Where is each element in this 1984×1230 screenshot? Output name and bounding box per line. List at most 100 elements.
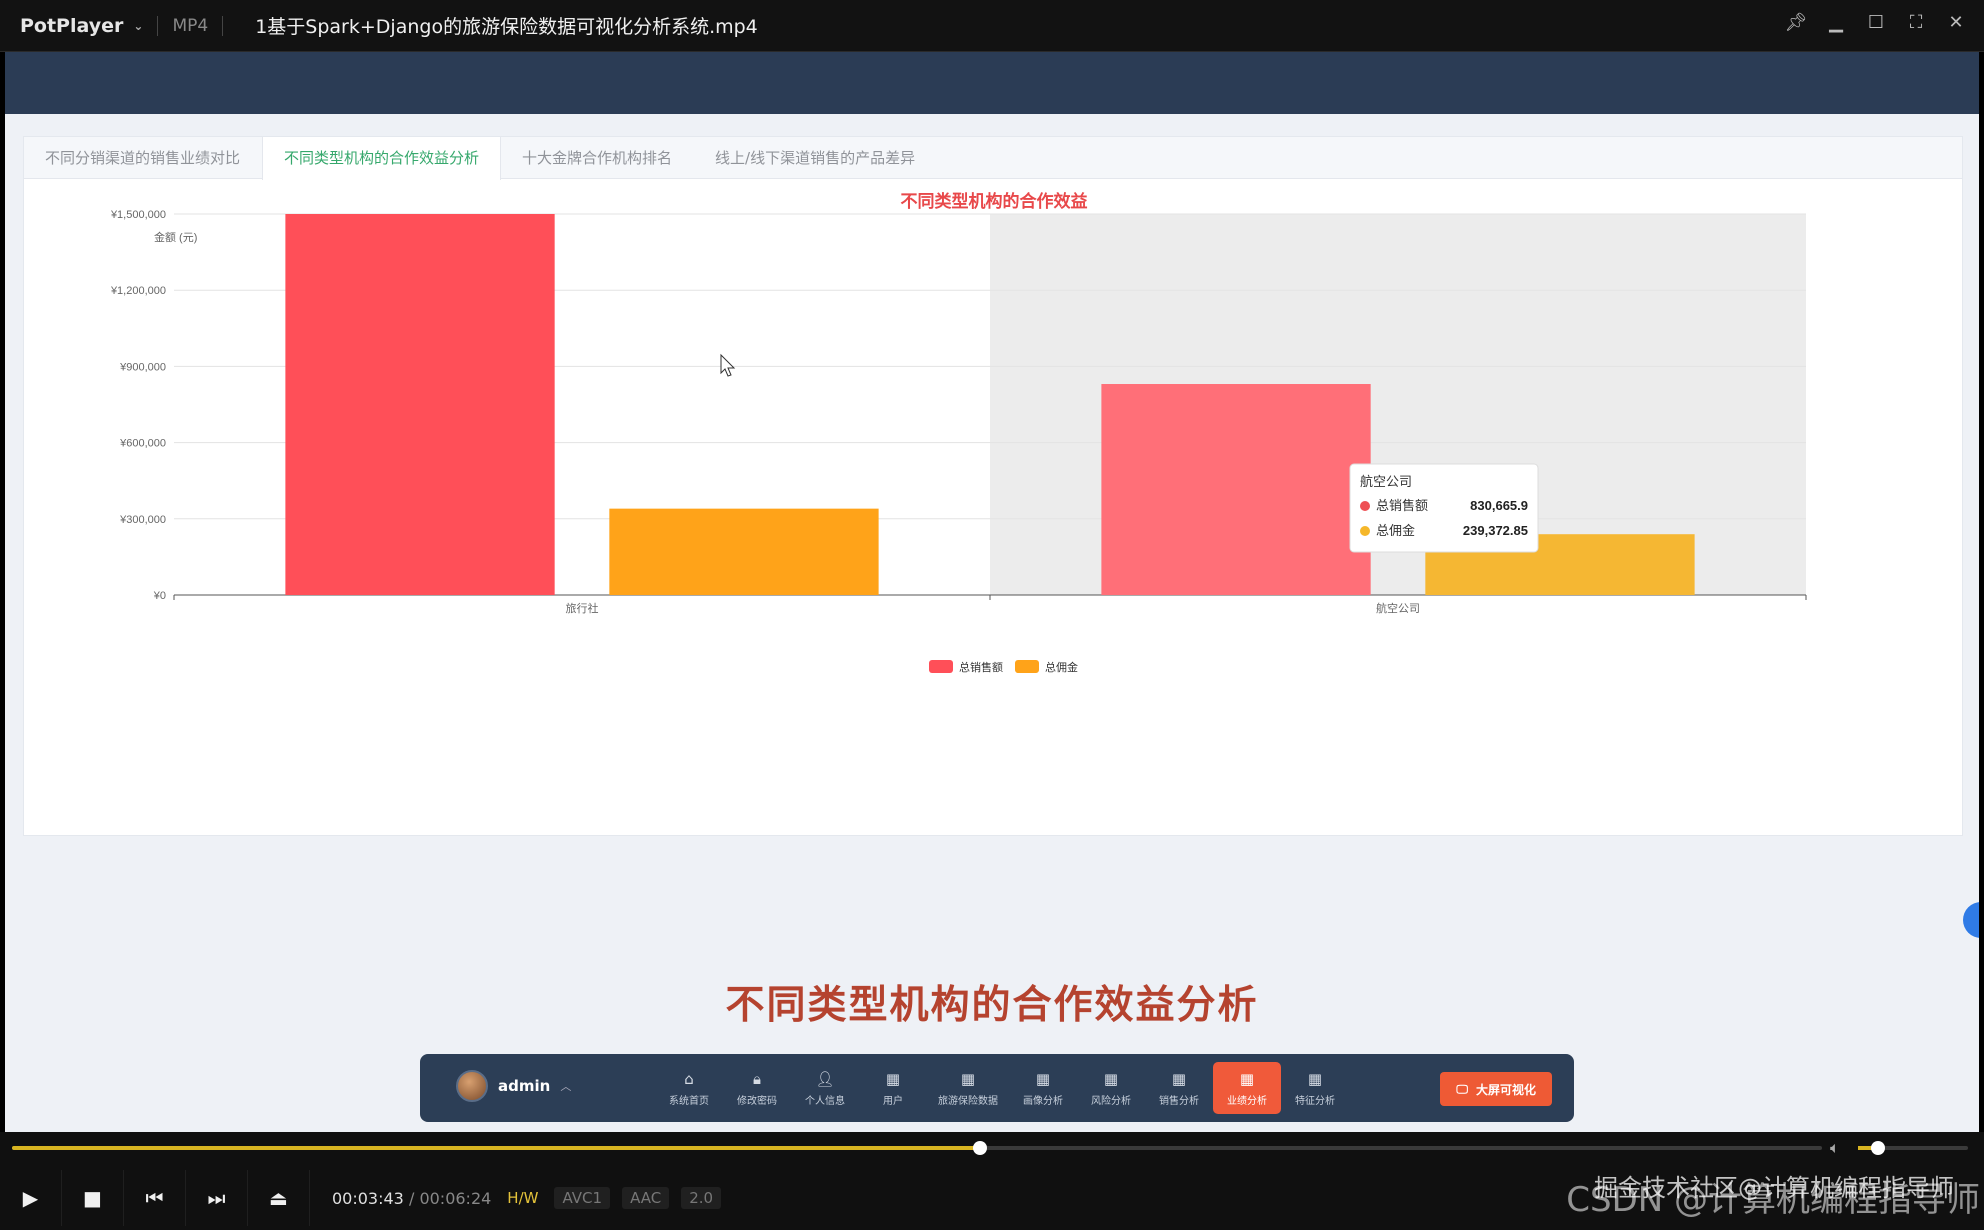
username: admin (498, 1077, 551, 1095)
app-name: PotPlayer (20, 14, 124, 37)
seek-handle[interactable] (973, 1141, 988, 1155)
play-icon: ▶ (22, 1186, 39, 1210)
dock-item-label: 风险分析 (1091, 1095, 1131, 1107)
watermark-juejin: 掘金技术社区@计算机编程指导师 (1594, 1174, 1954, 1202)
play-button[interactable]: ▶ (0, 1170, 62, 1226)
x-tick-label: 旅行社 (566, 601, 599, 615)
tooltip-series: 总佣金 (1376, 523, 1415, 538)
side-toggle-button[interactable] (1963, 902, 1979, 938)
dock-item-10[interactable]: ▦ 特征分析 (1281, 1062, 1349, 1114)
stop-icon: ■ (83, 1186, 102, 1210)
video-codec-badge: AVC1 (554, 1187, 611, 1209)
dock-item-7[interactable]: ▦ 风险分析 (1077, 1062, 1145, 1114)
y-tick-label: ¥1,500,000 (110, 209, 166, 221)
grid-icon: ▦ (1307, 1069, 1323, 1088)
dock-item-5[interactable]: ▦ 旅游保险数据 (927, 1062, 1009, 1114)
big-screen-label: 大屏可视化 (1475, 1082, 1536, 1097)
chevron-down-icon: ⌄ (133, 18, 144, 33)
dock-item-9[interactable]: ▦ 业绩分析 (1213, 1062, 1281, 1114)
format-label: MP4 (172, 15, 209, 36)
player-controls: 🔈︎ ▶ ■ ⏮ ⏭ ⏏ 00:03:43 / 00:06:24 H/W AVC… (0, 1132, 1984, 1230)
maximize-icon[interactable]: ☐ (1866, 12, 1886, 33)
dock-item-label: 销售分析 (1159, 1095, 1199, 1107)
x-tick-label: 航空公司 (1376, 601, 1420, 615)
volume-slider[interactable] (1858, 1141, 1968, 1155)
y-tick-label: ¥600,000 (119, 438, 166, 450)
chart-panel: 不同分销渠道的销售业绩对比 不同类型机构的合作效益分析 十大金牌合作机构排名 线上/线… (23, 136, 1963, 836)
y-tick-label: ¥1,200,000 (110, 285, 166, 297)
dock-item-label: 画像分析 (1023, 1095, 1063, 1107)
video-frame[interactable]: 不同分销渠道的销售业绩对比 不同类型机构的合作效益分析 十大金牌合作机构排名 线上/线… (5, 52, 1979, 1132)
skip-back-icon: ⏮ (145, 1186, 164, 1210)
legend-label: 总佣金 (1045, 660, 1078, 674)
dock-item-1[interactable]: ⌂ 系统首页 (655, 1062, 723, 1114)
dock-item-8[interactable]: ▦ 销售分析 (1145, 1062, 1213, 1114)
window-controls: 📌︎ ▁ ☐ ⛶ ✕ (1785, 12, 1966, 33)
transport-row: ▶ ■ ⏮ ⏭ ⏏ 00:03:43 / 00:06:24 H/W AVC1 A… (0, 1170, 722, 1226)
tab-bar: 不同分销渠道的销售业绩对比 不同类型机构的合作效益分析 十大金牌合作机构排名 线上/线… (24, 137, 1962, 180)
tooltip-series: 总销售额 (1376, 498, 1428, 513)
eject-icon: ⏏ (269, 1186, 288, 1210)
file-title: 1基于Spark+Django的旅游保险数据可视化分析系统.mp4 (255, 16, 758, 38)
hw-badge[interactable]: H/W (503, 1187, 542, 1209)
dock-nav: ⌂ 系统首页 🔒︎ 修改密码 👤︎ 个人信息 ▦ 用户 ▦ 旅游保险数据 ▦ 画像分析 ▦ 风险分析 ▦ 销售… (655, 1062, 1349, 1114)
y-axis-label: 金额 (元) (154, 230, 197, 244)
channels-badge: 2.0 (681, 1187, 722, 1209)
grid-icon: ▦ (885, 1069, 901, 1088)
time-current: 00:03:43 (332, 1188, 404, 1208)
previous-button[interactable]: ⏮ (124, 1170, 186, 1226)
legend-label: 总销售额 (959, 660, 1003, 674)
big-screen-button[interactable]: 🖵︎ 大屏可视化 (1440, 1072, 1552, 1106)
dock-item-6[interactable]: ▦ 画像分析 (1009, 1062, 1077, 1114)
stop-button[interactable]: ■ (62, 1170, 124, 1226)
tab-4[interactable]: 线上/线下渠道销售的产品差异 (694, 137, 937, 179)
chevron-up-icon: ︿ (560, 1080, 572, 1093)
dock-item-2[interactable]: 🔒︎ 修改密码 (723, 1062, 791, 1114)
tooltip-marker (1360, 501, 1370, 511)
tooltip-title: 航空公司 (1360, 474, 1412, 489)
user-menu[interactable]: admin ︿ (456, 1070, 571, 1102)
divider (157, 15, 159, 36)
dock-item-label: 旅游保险数据 (938, 1095, 998, 1107)
close-icon[interactable]: ✕ (1946, 12, 1966, 33)
grid-icon: ▦ (1171, 1069, 1187, 1088)
grid-icon: ▦ (960, 1069, 976, 1088)
dock-item-label: 修改密码 (737, 1095, 777, 1107)
fullscreen-icon[interactable]: ⛶ (1906, 12, 1926, 33)
bar-chart[interactable]: 不同类型机构的合作效益金额 (元) ¥0 ¥300,000 ¥600,000 ¥900,… (24, 179, 1964, 837)
tooltip-value: 830,665.9 (1470, 498, 1528, 513)
dock-item-4[interactable]: ▦ 用户 (859, 1062, 927, 1114)
time-total: 00:06:24 (419, 1188, 492, 1208)
home-icon: ⌂ (684, 1069, 694, 1088)
tab-1[interactable]: 不同分销渠道的销售业绩对比 (24, 137, 262, 179)
dock-item-3[interactable]: 👤︎ 个人信息 (791, 1062, 859, 1114)
next-button[interactable]: ⏭ (186, 1170, 248, 1226)
audio-codec-badge: AAC (622, 1187, 670, 1209)
y-tick-label: ¥0 (153, 590, 166, 602)
screen-icon: 🖵︎ (1456, 1081, 1468, 1096)
time-display: 00:03:43 / 00:06:24 (332, 1188, 492, 1208)
chart-title: 不同类型机构的合作效益 (901, 191, 1088, 211)
video-caption: 不同类型机构的合作效益分析 (725, 983, 1259, 1028)
title-bar: PotPlayer ⌄ MP4 1基于Spark+Django的旅游保险数据可视… (0, 0, 1984, 52)
tooltip-marker (1360, 526, 1370, 536)
seek-bar[interactable] (12, 1141, 1822, 1155)
grid-icon: ▦ (1035, 1069, 1051, 1088)
pin-icon[interactable]: 📌︎ (1785, 12, 1808, 33)
avatar (456, 1070, 488, 1102)
tooltip-value: 239,372.85 (1463, 523, 1528, 538)
volume-handle[interactable] (1870, 1141, 1885, 1155)
tab-3[interactable]: 十大金牌合作机构排名 (501, 137, 694, 179)
legend-swatch (1015, 660, 1039, 673)
minimize-icon[interactable]: ▁ (1826, 12, 1846, 33)
app-menu[interactable]: PotPlayer ⌄ (0, 15, 143, 37)
app-dock: admin ︿ ⌂ 系统首页 🔒︎ 修改密码 👤︎ 个人信息 ▦ 用户 ▦ 旅游保险数据 ▦ 画像分析… (420, 1054, 1574, 1122)
dock-item-label: 个人信息 (805, 1095, 845, 1107)
volume-icon[interactable]: 🔈︎ (1830, 1138, 1840, 1158)
tab-2[interactable]: 不同类型机构的合作效益分析 (262, 137, 502, 180)
skip-forward-icon: ⏭ (207, 1186, 226, 1210)
eject-button[interactable]: ⏏ (248, 1170, 310, 1226)
person-icon: 👤︎ (815, 1069, 835, 1088)
lock-icon: 🔒︎ (753, 1069, 761, 1088)
mouse-cursor-icon (720, 353, 736, 377)
